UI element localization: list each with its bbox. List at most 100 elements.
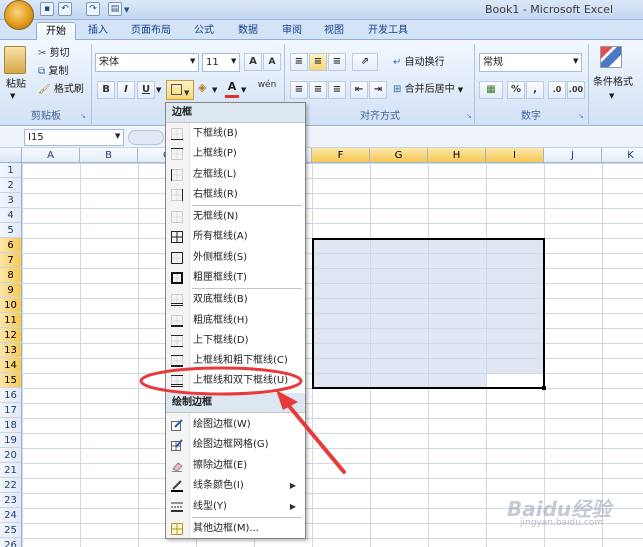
borders-button[interactable]: ▼ (166, 80, 194, 100)
number-launcher-icon[interactable]: ↘ (578, 112, 584, 120)
align-top-button[interactable]: ≡ (290, 53, 308, 71)
font-color-dropdown-icon[interactable]: ▼ (241, 86, 246, 94)
menu-item[interactable]: 粗底框线(H) (166, 311, 305, 331)
paste-icon[interactable] (4, 46, 26, 74)
italic-button[interactable]: I (117, 81, 135, 99)
row-header[interactable]: 21 (0, 463, 22, 478)
orientation-button[interactable]: ⇗ (352, 53, 378, 71)
row-header[interactable]: 5 (0, 223, 22, 238)
alignment-launcher-icon[interactable]: ↘ (466, 112, 472, 120)
menu-item[interactable]: 左框线(L) (166, 165, 305, 185)
percent-button[interactable]: % (507, 81, 525, 99)
qat-dropdown-icon[interactable]: ▼ (124, 6, 129, 14)
paste-dropdown-icon[interactable]: ▼ (10, 92, 15, 100)
save-icon[interactable]: ▪ (40, 2, 54, 16)
conditional-format-button[interactable]: 条件格式 (593, 74, 633, 92)
underline-button[interactable]: U (137, 81, 155, 99)
column-header[interactable]: K (602, 148, 643, 163)
tab-home[interactable]: 开始 (36, 22, 76, 40)
tab-formulas[interactable]: 公式 (186, 22, 222, 40)
align-left-button[interactable]: ≡ (290, 81, 308, 99)
menu-item[interactable]: 上框线和粗下框线(C) (166, 351, 305, 371)
redo-icon[interactable]: ↷ (86, 2, 100, 16)
column-header[interactable]: H (428, 148, 486, 163)
row-header[interactable]: 3 (0, 193, 22, 208)
increase-decimal-button[interactable]: .0 (548, 81, 566, 99)
menu-item[interactable]: 线型(Y) ▶ (166, 497, 305, 517)
row-header[interactable]: 6 (0, 238, 22, 253)
tab-developer[interactable]: 开发工具 (360, 22, 416, 40)
menu-item[interactable]: 其他边框(M)... (166, 519, 305, 539)
conditional-format-dropdown-icon[interactable]: ▼ (609, 92, 614, 100)
format-painter-button[interactable]: 🖌 格式刷 (38, 81, 84, 99)
office-button[interactable] (4, 0, 34, 30)
row-header[interactable]: 16 (0, 388, 22, 403)
font-name-dropdown-icon[interactable]: ▼ (190, 57, 195, 65)
tab-page-layout[interactable]: 页面布局 (122, 22, 180, 40)
accounting-format-button[interactable]: ▦ (479, 81, 503, 99)
clipboard-launcher-icon[interactable]: ↘ (80, 112, 86, 120)
name-box[interactable]: I15 (24, 129, 124, 146)
row-header[interactable]: 19 (0, 433, 22, 448)
print-icon[interactable]: ▤ (108, 2, 122, 16)
menu-item[interactable]: 上下框线(D) (166, 331, 305, 351)
row-header[interactable]: 4 (0, 208, 22, 223)
conditional-format-icon[interactable] (600, 46, 622, 68)
row-header[interactable]: 12 (0, 328, 22, 343)
row-header[interactable]: 1 (0, 163, 22, 178)
column-header[interactable]: J (544, 148, 602, 163)
wrap-text-button[interactable]: ↵ 自动换行 (393, 54, 445, 72)
column-header[interactable]: B (80, 148, 138, 163)
menu-item[interactable]: 无框线(N) (166, 207, 305, 227)
merge-center-button[interactable]: ⊞ 合并后居中 ▼ (393, 81, 463, 99)
row-header[interactable]: 14 (0, 358, 22, 373)
row-header[interactable]: 17 (0, 403, 22, 418)
menu-item[interactable]: 绘图边框网格(G) (166, 435, 305, 455)
fill-color-dropdown-icon[interactable]: ▼ (212, 86, 217, 94)
align-right-button[interactable]: ≡ (328, 81, 346, 99)
row-header[interactable]: 8 (0, 268, 22, 283)
column-header[interactable]: A (22, 148, 80, 163)
align-center-button[interactable]: ≡ (309, 81, 327, 99)
shrink-font-button[interactable]: A (263, 53, 281, 71)
menu-item[interactable]: 线条颜色(I) ▶ (166, 476, 305, 496)
column-header[interactable]: F (312, 148, 370, 163)
phonetic-button[interactable]: wén (255, 80, 279, 98)
row-header[interactable]: 9 (0, 283, 22, 298)
row-header[interactable]: 26 (0, 538, 22, 547)
number-format-box[interactable]: 常规 (479, 53, 582, 72)
align-bottom-button[interactable]: ≡ (328, 53, 346, 71)
font-size-dropdown-icon[interactable]: ▼ (231, 57, 236, 65)
undo-icon[interactable]: ↶ (58, 2, 72, 16)
align-middle-button[interactable]: ≡ (309, 53, 327, 71)
bold-button[interactable]: B (97, 81, 115, 99)
row-header[interactable]: 11 (0, 313, 22, 328)
tab-data[interactable]: 数据 (230, 22, 266, 40)
row-header[interactable]: 23 (0, 493, 22, 508)
row-header[interactable]: 10 (0, 298, 22, 313)
column-header[interactable]: I (486, 148, 544, 163)
menu-item[interactable]: 擦除边框(E) (166, 456, 305, 476)
menu-item[interactable]: 上框线(P) (166, 144, 305, 164)
menu-item[interactable]: 外侧框线(S) (166, 248, 305, 268)
decrease-decimal-button[interactable]: .00 (567, 81, 585, 99)
underline-dropdown-icon[interactable]: ▼ (156, 86, 161, 94)
row-header[interactable]: 13 (0, 343, 22, 358)
row-header[interactable]: 22 (0, 478, 22, 493)
copy-button[interactable]: ⧉ 复制 (38, 63, 68, 81)
paste-button[interactable]: 粘贴 (6, 76, 26, 94)
tab-insert[interactable]: 插入 (80, 22, 116, 40)
row-header[interactable]: 7 (0, 253, 22, 268)
cut-button[interactable]: ✂ 剪切 (38, 45, 70, 63)
grow-font-button[interactable]: A (244, 53, 262, 71)
row-header[interactable]: 18 (0, 418, 22, 433)
row-header[interactable]: 25 (0, 523, 22, 538)
worksheet-grid[interactable]: ABCDEFGHIJK12345678910111213141516171819… (0, 148, 643, 547)
row-header[interactable]: 24 (0, 508, 22, 523)
comma-button[interactable]: , (526, 81, 544, 99)
menu-item[interactable]: 上框线和双下框线(U) (166, 371, 305, 391)
select-all-button[interactable] (0, 148, 22, 163)
tab-view[interactable]: 视图 (316, 22, 352, 40)
menu-item[interactable]: 所有框线(A) (166, 227, 305, 247)
row-header[interactable]: 20 (0, 448, 22, 463)
